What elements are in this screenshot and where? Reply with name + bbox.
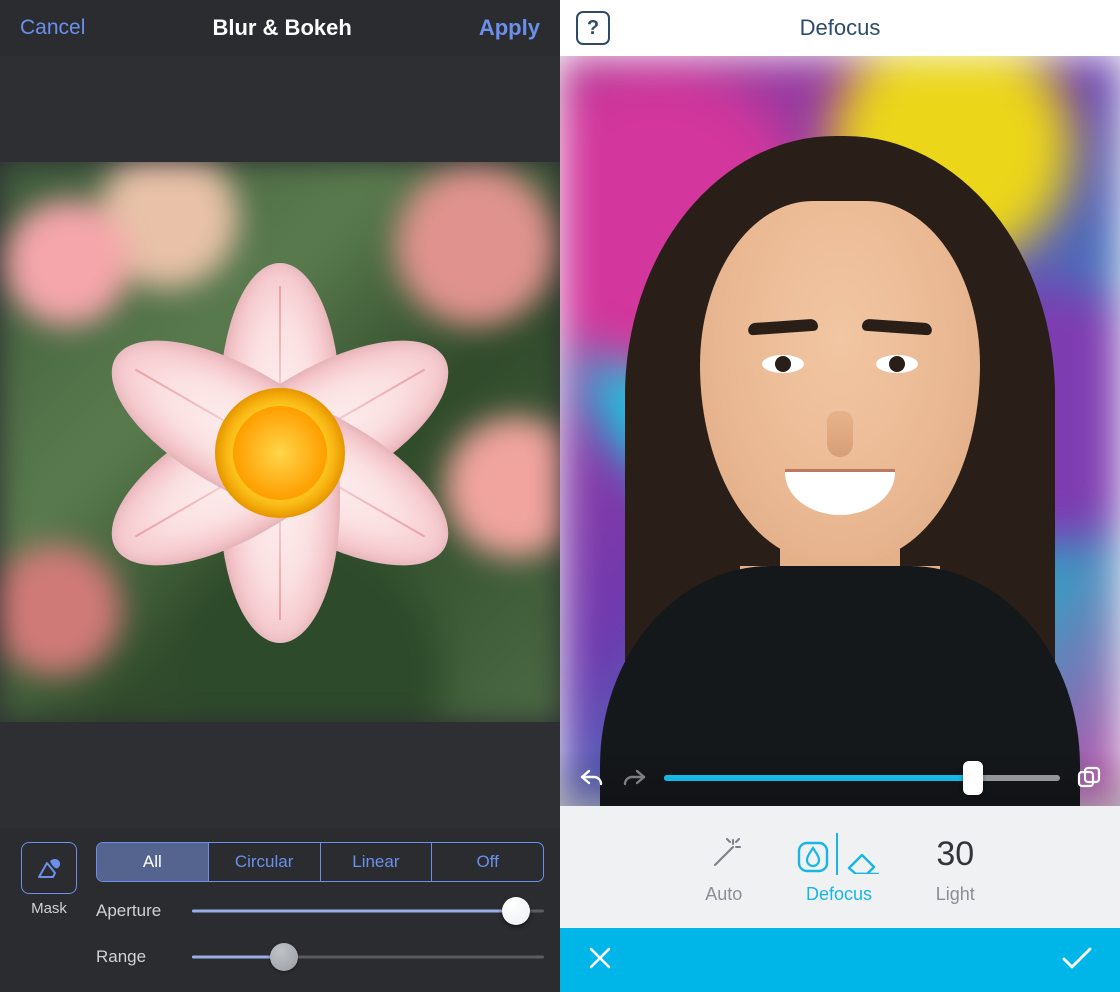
screen-title: Blur & Bokeh — [212, 15, 351, 41]
overlay-toolbar — [560, 750, 1120, 806]
flower-subject — [70, 243, 490, 663]
right-header: ? Defocus — [560, 0, 1120, 56]
undo-button[interactable] — [576, 763, 606, 793]
controls-column: All Circular Linear Off Aperture Range — [96, 842, 544, 974]
range-slider[interactable] — [192, 943, 544, 971]
discard-button[interactable] — [586, 944, 614, 977]
segment-all[interactable]: All — [97, 843, 209, 881]
image-preview[interactable] — [0, 162, 560, 722]
left-header: Cancel Blur & Bokeh Apply — [0, 0, 560, 56]
wand-icon — [706, 834, 742, 874]
defocus-app: ? Defocus — [560, 0, 1120, 992]
controls-panel: Mask All Circular Linear Off Aperture Ra… — [0, 828, 560, 992]
tool-divider — [836, 833, 838, 875]
aperture-label: Aperture — [96, 901, 178, 921]
segment-circular[interactable]: Circular — [209, 843, 321, 881]
auto-label: Auto — [705, 884, 742, 905]
range-row: Range — [96, 940, 544, 974]
redo-button[interactable] — [620, 763, 650, 793]
tools-bar: Auto Defocus 30 Light — [560, 806, 1120, 928]
blur-mode-segmented-control[interactable]: All Circular Linear Off — [96, 842, 544, 882]
compare-button[interactable] — [1074, 763, 1104, 793]
auto-tool[interactable]: Auto — [705, 834, 742, 905]
eraser-icon — [844, 844, 882, 874]
intensity-fill — [664, 775, 973, 781]
intensity-slider[interactable] — [664, 763, 1060, 793]
image-preview-area[interactable] — [0, 56, 560, 828]
mask-icon — [21, 842, 77, 894]
aperture-slider[interactable] — [192, 897, 544, 925]
defocus-label: Defocus — [806, 884, 872, 905]
aperture-thumb[interactable] — [502, 897, 530, 925]
defocus-icon-group — [796, 834, 882, 874]
droplet-icon — [796, 840, 830, 874]
image-preview[interactable] — [560, 56, 1120, 806]
segment-linear[interactable]: Linear — [321, 843, 433, 881]
mask-button[interactable]: Mask — [16, 842, 82, 974]
confirm-button[interactable] — [1060, 944, 1094, 977]
cancel-button[interactable]: Cancel — [20, 16, 85, 40]
range-label: Range — [96, 947, 178, 967]
intensity-thumb[interactable] — [963, 761, 983, 795]
defocus-tool[interactable]: Defocus — [796, 834, 882, 905]
aperture-row: Aperture — [96, 894, 544, 928]
help-button[interactable]: ? — [576, 11, 610, 45]
portrait-subject — [560, 56, 1120, 806]
apply-button[interactable]: Apply — [479, 15, 540, 41]
range-thumb[interactable] — [270, 943, 298, 971]
screen-title: Defocus — [560, 15, 1120, 41]
blur-bokeh-app: Cancel Blur & Bokeh Apply Mask — [0, 0, 560, 992]
aperture-fill — [192, 910, 516, 913]
light-value-number: 30 — [936, 834, 974, 874]
light-tool[interactable]: 30 Light — [936, 834, 975, 905]
light-label: Light — [936, 884, 975, 905]
segment-off[interactable]: Off — [432, 843, 543, 881]
light-value: 30 — [936, 834, 974, 874]
footer-bar — [560, 928, 1120, 992]
mask-label: Mask — [31, 900, 67, 917]
